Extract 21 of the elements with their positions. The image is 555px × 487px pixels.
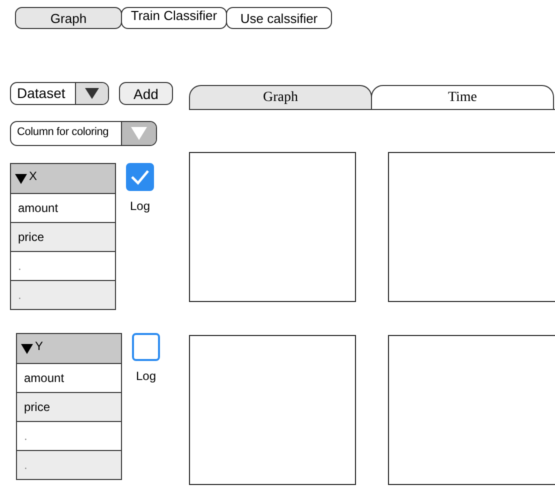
list-item[interactable]: price	[11, 223, 115, 252]
checkbox[interactable]	[126, 163, 154, 191]
list-item[interactable]: price	[17, 393, 121, 422]
checkbox-label: Log	[136, 369, 156, 383]
tab[interactable]: Train Classifier	[121, 7, 227, 29]
checkbox-label: Log	[130, 199, 150, 213]
list-title: Y	[35, 338, 44, 352]
tab[interactable]: Time	[371, 85, 554, 109]
caret-icon	[21, 344, 33, 354]
caret-icon	[131, 127, 147, 140]
add-button[interactable]: Add	[119, 82, 173, 105]
checkbox[interactable]	[132, 333, 160, 361]
caret-icon	[85, 88, 99, 99]
tab[interactable]: Use calssifier	[226, 7, 332, 29]
caret-icon	[15, 174, 27, 184]
dataset-dropdown[interactable]: Dataset	[10, 82, 109, 105]
list-title: X	[29, 168, 38, 182]
column-dropdown[interactable]: Column for coloring	[10, 121, 157, 146]
tab[interactable]: Graph	[15, 7, 122, 29]
checkmark-icon	[130, 169, 150, 185]
tab[interactable]: Graph	[189, 85, 372, 109]
